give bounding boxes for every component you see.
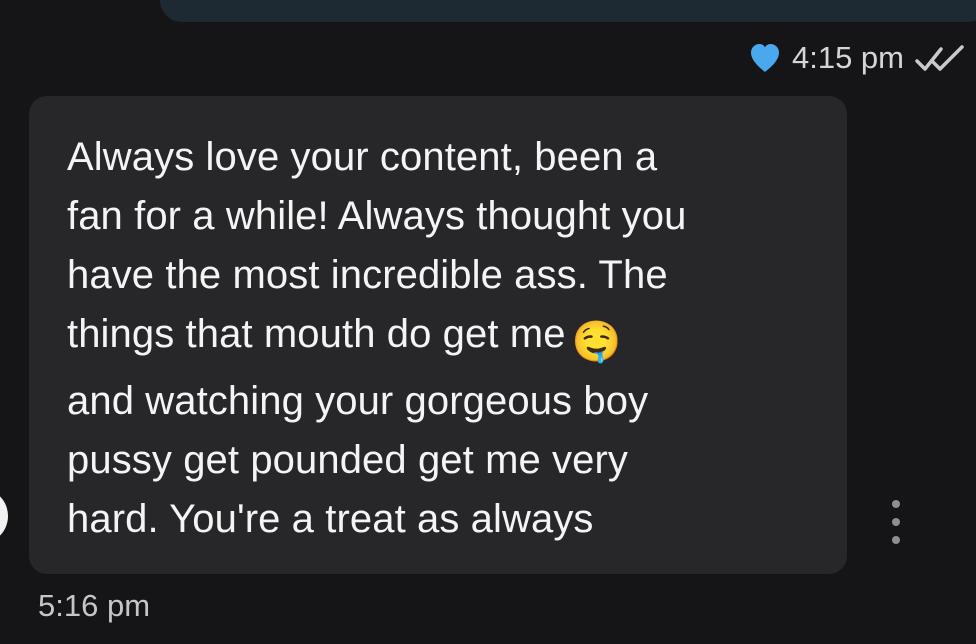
sent-message-meta: 4:15 pm [748, 32, 968, 84]
sent-message-time: 4:15 pm [791, 40, 904, 75]
message-line: and watching your gorgeous boy [67, 379, 649, 423]
message-line: fan for a while! Always thought you [67, 194, 687, 238]
chat-screen: 4:15 pm Always love your content, been a… [0, 0, 976, 644]
heart-icon[interactable] [748, 42, 782, 74]
vertical-dots-icon[interactable] [884, 500, 908, 544]
dot [892, 518, 900, 526]
drooling-face-emoji: 🤤 [571, 320, 622, 364]
message-line: pussy get pounded get me very [67, 438, 629, 482]
dot [892, 536, 900, 544]
avatar[interactable] [0, 488, 8, 544]
dot [892, 500, 900, 508]
message-line: hard. You're a treat as always [67, 497, 594, 541]
message-line: have the most incredible ass. The [67, 253, 668, 297]
sent-message-bubble[interactable] [160, 0, 976, 22]
double-check-icon [914, 43, 968, 73]
received-message-time: 5:16 pm [38, 588, 151, 623]
message-line: things that mouth do get me [67, 312, 566, 356]
received-message-text: Always love your content, been a fan for… [67, 128, 811, 549]
received-message-bubble[interactable]: Always love your content, been a fan for… [29, 96, 847, 574]
message-line: Always love your content, been a [67, 135, 658, 179]
